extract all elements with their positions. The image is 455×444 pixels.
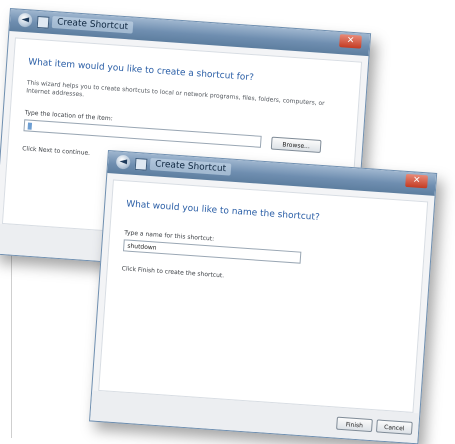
close-button[interactable]: ✕ <box>339 34 362 49</box>
location-input[interactable] <box>23 119 262 148</box>
back-arrow-icon[interactable]: ◄ <box>17 12 33 28</box>
close-button[interactable]: ✕ <box>405 173 429 189</box>
shortcut-icon <box>36 15 50 29</box>
dialog-content: What would you like to name the shortcut… <box>98 179 429 413</box>
cancel-button[interactable]: Cancel <box>375 419 413 435</box>
dialog-title: Create Shortcut <box>51 15 134 34</box>
shortcut-icon <box>134 157 148 171</box>
finish-button[interactable]: Finish <box>336 416 373 433</box>
finish-hint: Click Finish to create the shortcut. <box>121 265 225 280</box>
create-shortcut-name-dialog: ◄ Create Shortcut ✕ What would you like … <box>89 150 438 444</box>
dialog-title: Create Shortcut <box>149 157 232 176</box>
continue-hint: Click Next to continue. <box>21 145 91 157</box>
dialog-heading: What would you like to name the shortcut… <box>125 199 320 223</box>
browse-button[interactable]: Browse... <box>270 136 322 154</box>
back-arrow-icon[interactable]: ◄ <box>115 154 131 170</box>
shortcut-name-input[interactable]: shutdown <box>122 239 302 264</box>
location-input-value <box>27 122 33 130</box>
wizard-description: This wizard helps you to create shortcut… <box>26 79 325 108</box>
dialog-heading: What item would you like to create a sho… <box>27 57 255 84</box>
